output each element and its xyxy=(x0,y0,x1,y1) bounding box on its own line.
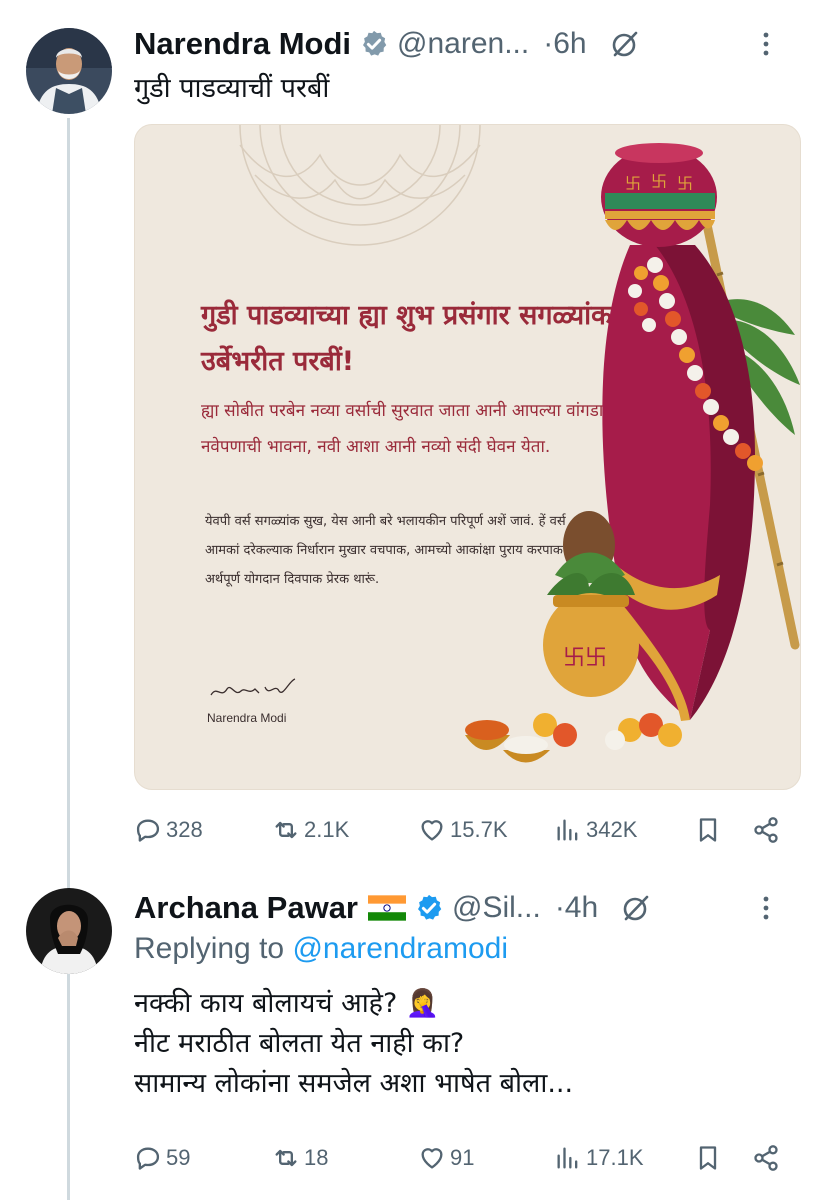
replying-to: Replying to @narendramodi xyxy=(134,932,508,966)
share-icon xyxy=(754,817,778,843)
reply-button[interactable]: 328 xyxy=(134,816,272,844)
reply-button[interactable]: 59 xyxy=(134,1144,272,1172)
grok-icon[interactable] xyxy=(609,28,641,60)
tweet-text: नक्की काय बोलायचं आहे? 🤦‍♀️ नीट मराठीत ब… xyxy=(134,984,796,1104)
repost-button[interactable]: 2.1K xyxy=(272,816,418,844)
svg-text:卐卐: 卐卐 xyxy=(563,646,607,671)
reply-count: 59 xyxy=(166,1145,191,1170)
repost-count: 18 xyxy=(304,1145,329,1170)
bookmark-icon xyxy=(699,818,717,842)
reply-icon xyxy=(136,819,160,842)
verified-badge-icon xyxy=(418,894,442,920)
svg-text:卐: 卐 xyxy=(625,174,641,193)
tweet-reply[interactable]: Archana Pawar @Sil... ·4h Replying to @n… xyxy=(0,870,816,1200)
more-icon[interactable] xyxy=(750,28,782,60)
grok-icon[interactable] xyxy=(620,892,652,924)
handwritten-signature xyxy=(210,678,296,696)
more-icon[interactable] xyxy=(750,892,782,924)
author-name[interactable]: Narendra Modi xyxy=(134,26,351,62)
tweet-header: Archana Pawar @Sil... ·4h xyxy=(134,886,796,930)
bookmark-button[interactable] xyxy=(694,816,752,844)
like-icon xyxy=(421,1148,443,1169)
svg-text:卐: 卐 xyxy=(677,174,693,193)
bookmark-icon xyxy=(699,1146,717,1170)
verified-badge-icon xyxy=(363,30,387,56)
tweet-text-line: सामान्य लोकांना समजेल अशा भाषेत बोला... xyxy=(134,1068,574,1099)
avatar-narendra-modi[interactable] xyxy=(26,28,112,114)
bookmark-button[interactable] xyxy=(694,1144,752,1172)
tweet-image[interactable]: गुडी पाडव्याच्या ह्या शुभ प्रसंगार सगळ्य… xyxy=(134,124,801,790)
tweet-text-line: नक्की काय बोलायचं आहे? 🤦‍♀️ xyxy=(134,988,440,1019)
reply-icon xyxy=(136,1147,160,1170)
timestamp[interactable]: ·4h xyxy=(555,891,598,925)
tweet-text-line: नीट मराठीत बोलता येत नाही का? xyxy=(134,1028,465,1059)
repost-icon xyxy=(275,821,297,839)
like-button[interactable]: 15.7K xyxy=(418,816,554,844)
like-button[interactable]: 91 xyxy=(418,1144,554,1172)
india-flag-icon xyxy=(368,895,406,921)
like-count: 15.7K xyxy=(450,817,508,842)
gudi-illustration: 卐 卐 卐 卐卐 xyxy=(465,143,800,763)
tweet-actions: 328 2.1K 15.7K 342K xyxy=(134,810,796,850)
signature-name: Narendra Modi xyxy=(207,711,287,725)
tweet-header: Narendra Modi @naren... ·6h xyxy=(134,22,796,66)
repost-button[interactable]: 18 xyxy=(272,1144,418,1172)
share-button[interactable] xyxy=(752,816,792,844)
repost-icon xyxy=(275,1149,297,1167)
share-button[interactable] xyxy=(752,1144,792,1172)
views-icon xyxy=(557,1147,578,1169)
like-icon xyxy=(421,820,443,841)
views-icon xyxy=(557,819,578,841)
views-button[interactable]: 17.1K xyxy=(554,1144,694,1172)
svg-text:卐: 卐 xyxy=(651,172,667,191)
views-count: 342K xyxy=(586,817,638,842)
author-handle[interactable]: @Sil... xyxy=(452,891,541,925)
tweet-text: गुडी पाडव्याचीं परबीं xyxy=(134,73,330,104)
avatar-archana-pawar[interactable] xyxy=(26,888,112,974)
share-icon xyxy=(754,1145,778,1171)
author-handle[interactable]: @naren... xyxy=(397,27,529,61)
replying-to-label: Replying to xyxy=(134,932,293,965)
views-button[interactable]: 342K xyxy=(554,816,694,844)
replying-to-mention[interactable]: @narendramodi xyxy=(292,932,508,965)
tweet-original[interactable]: Narendra Modi @naren... ·6h गुडी पाडव्या… xyxy=(0,0,816,870)
author-name[interactable]: Archana Pawar xyxy=(134,890,358,926)
like-count: 91 xyxy=(450,1145,475,1170)
reply-count: 328 xyxy=(166,817,203,842)
timestamp[interactable]: ·6h xyxy=(543,27,586,61)
views-count: 17.1K xyxy=(586,1145,644,1170)
tweet-actions: 59 18 91 17.1K xyxy=(134,1138,796,1178)
repost-count: 2.1K xyxy=(304,817,350,842)
